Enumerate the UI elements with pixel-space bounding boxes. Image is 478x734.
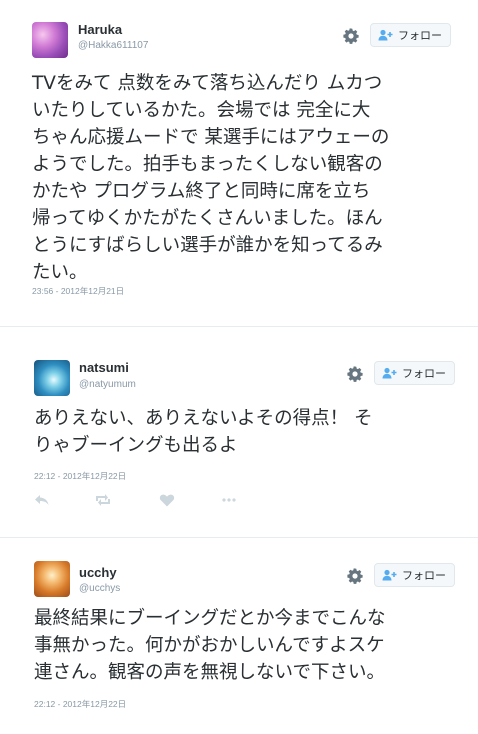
- display-name[interactable]: ucchy: [79, 565, 117, 580]
- reply-icon[interactable]: [34, 493, 50, 507]
- avatar[interactable]: [34, 561, 70, 597]
- follow-button[interactable]: フォロー: [370, 23, 451, 47]
- gear-icon[interactable]: [347, 568, 363, 584]
- tweet-text: TVをみて 点数をみて落ち込んだり ムカつ いたりしているかた。会場では 完全に…: [32, 73, 390, 283]
- display-name[interactable]: natsumi: [79, 360, 129, 375]
- tweet-ucchy: ucchy @ucchys フォロー 最終結果にブーイングだとか今までこんな 事…: [0, 538, 478, 734]
- tweet-text: 最終結果にブーイングだとか今までこんな 事無かった。何かがおかしいんですよスケ …: [34, 608, 386, 683]
- username[interactable]: @natyumum: [79, 379, 136, 390]
- avatar[interactable]: [32, 22, 68, 58]
- tweet-actions: [34, 493, 282, 507]
- tweet-timestamp[interactable]: 22:12 - 2012年12月22日: [34, 698, 126, 710]
- gear-icon[interactable]: [347, 366, 363, 382]
- tweet-haruka: Haruka @Hakka611107 フォロー TVをみて 点数をみて落ち込ん…: [0, 0, 478, 320]
- tweet-natsumi: natsumi @natyumum フォロー ありえない、ありえないよその得点！…: [0, 327, 478, 537]
- username[interactable]: @ucchys: [79, 583, 120, 594]
- follow-label: フォロー: [402, 367, 446, 380]
- add-user-icon: [378, 29, 393, 41]
- display-name[interactable]: Haruka: [78, 22, 122, 37]
- retweet-icon[interactable]: [95, 493, 111, 507]
- follow-button[interactable]: フォロー: [374, 563, 455, 587]
- add-user-icon: [382, 569, 397, 581]
- gear-icon[interactable]: [343, 28, 359, 44]
- username[interactable]: @Hakka611107: [78, 40, 148, 51]
- follow-label: フォロー: [398, 29, 442, 42]
- follow-label: フォロー: [402, 569, 446, 582]
- avatar[interactable]: [34, 360, 70, 396]
- like-icon[interactable]: [159, 493, 175, 507]
- tweet-timestamp[interactable]: 23:56 - 2012年12月21日: [32, 285, 124, 297]
- tweet-text: ありえない、ありえないよその得点！ そ りゃブーイングも出るよ: [34, 408, 373, 456]
- tweet-timestamp[interactable]: 22:12 - 2012年12月22日: [34, 470, 126, 482]
- more-icon[interactable]: [221, 493, 237, 507]
- add-user-icon: [382, 367, 397, 379]
- follow-button[interactable]: フォロー: [374, 361, 455, 385]
